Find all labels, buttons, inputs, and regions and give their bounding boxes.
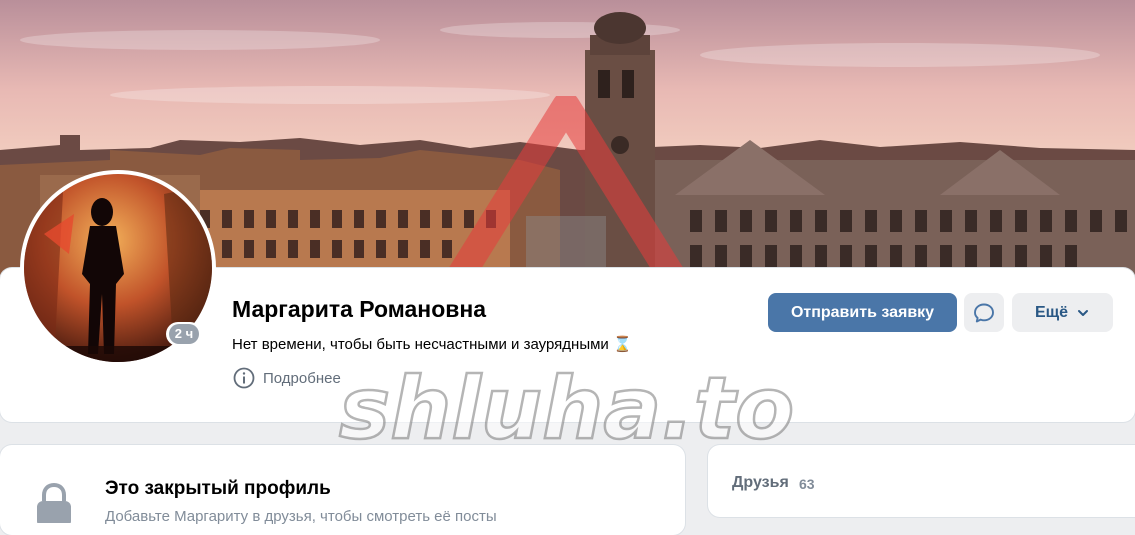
friends-count: 63 <box>799 476 815 492</box>
profile-name: Маргарита Романовна <box>232 296 487 322</box>
lock-icon <box>37 483 71 523</box>
friends-label[interactable]: Друзья <box>732 474 789 492</box>
message-button[interactable] <box>964 293 1004 332</box>
message-icon <box>974 303 994 322</box>
profile-status: Нет времени, чтобы быть несчастными и за… <box>232 335 632 353</box>
more-info-label: Подробнее <box>263 369 341 387</box>
send-friend-request-button[interactable]: Отправить заявку <box>768 293 957 332</box>
status-text: Нет времени, чтобы быть несчастными и за… <box>232 336 609 353</box>
last-seen-text: 2 ч <box>168 324 200 344</box>
closed-profile-title: Это закрытый профиль <box>105 478 331 499</box>
info-icon <box>233 367 255 389</box>
hourglass-icon: ⌛ <box>612 335 632 353</box>
chevron-down-icon <box>1078 309 1089 316</box>
last-seen-badge: 2 ч <box>166 322 202 346</box>
more-actions-label: Ещё <box>1034 303 1069 321</box>
more-actions-button[interactable]: Ещё <box>1012 293 1113 332</box>
more-info-link[interactable]: Подробнее <box>233 366 341 390</box>
